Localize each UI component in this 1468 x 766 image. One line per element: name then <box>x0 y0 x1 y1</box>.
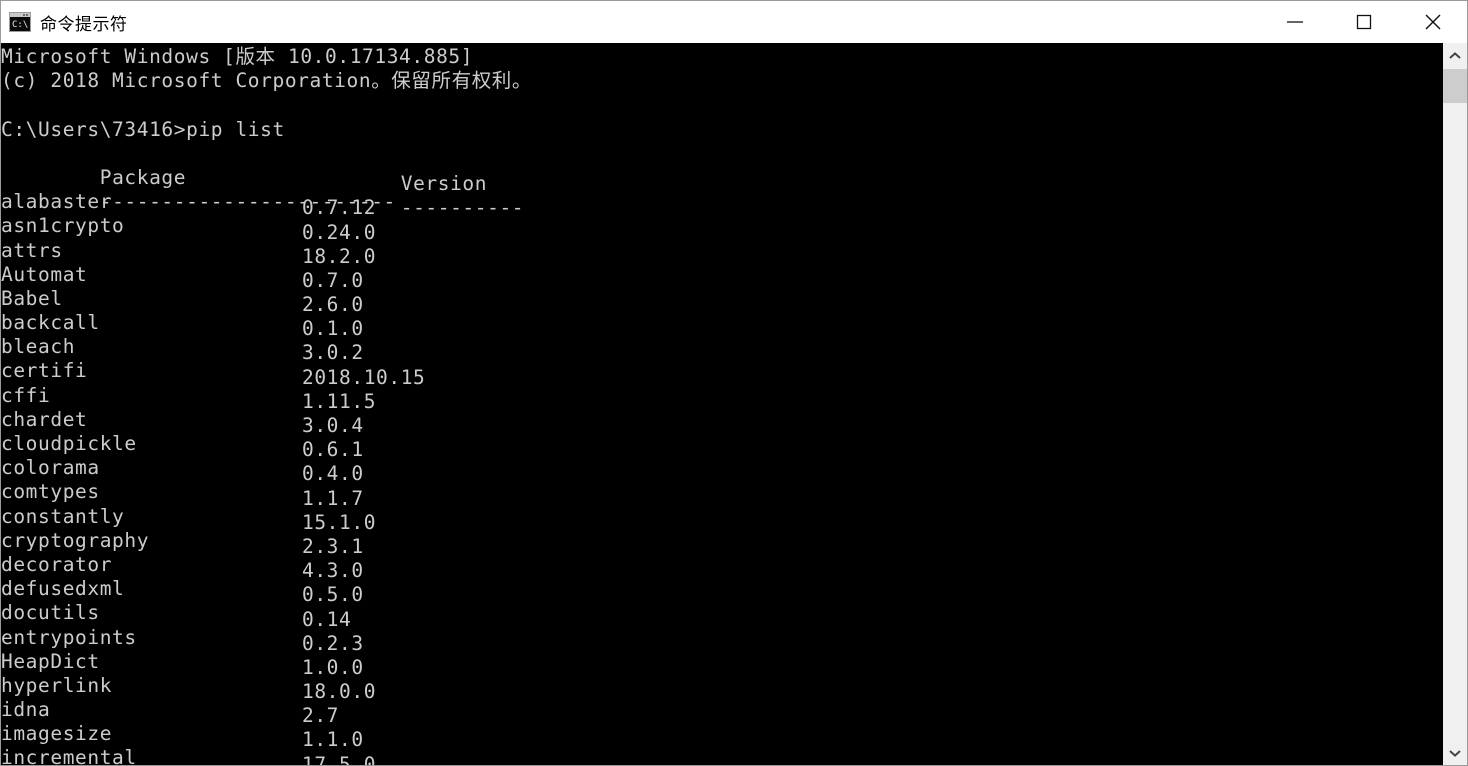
minimize-button[interactable] <box>1260 1 1329 43</box>
package-row: asn1crypto 0.24.0 <box>1 214 1443 243</box>
package-row: constantly 15.1.0 <box>1 504 1443 534</box>
package-row: docutils 0.14 <box>1 601 1443 630</box>
package-row: cloudpickle 0.6.1 <box>1 432 1443 461</box>
title-bar[interactable]: C:\ 命令提示符 <box>1 1 1467 43</box>
scroll-down-arrow-icon[interactable] <box>1443 740 1467 765</box>
scroll-up-arrow-icon[interactable] <box>1443 43 1467 69</box>
package-name: bleach <box>1 335 76 359</box>
package-name: imagesize <box>1 722 113 746</box>
package-row: decorator 4.3.0 <box>1 552 1443 582</box>
package-name: chardet <box>1 407 88 431</box>
package-name: constantly <box>1 504 125 528</box>
package-name: entrypoints <box>1 625 137 649</box>
console-line-command: C:\Users\73416>pip list <box>1 117 285 141</box>
cmd-prompt-icon: C:\ <box>9 12 31 32</box>
console-line-os-version: Microsoft Windows [版本 10.0.17134.885] <box>1 45 474 68</box>
package-name: idna <box>1 698 51 722</box>
package-row: Automat 0.7.0 <box>1 262 1443 292</box>
package-name: comtypes <box>1 480 100 504</box>
package-version: 17.5.0 <box>302 752 377 766</box>
package-row: Babel 2.6.0 <box>1 286 1443 316</box>
package-name: incremental <box>1 746 137 766</box>
package-name: defusedxml <box>1 577 125 601</box>
package-row: entrypoints 0.2.3 <box>1 625 1443 655</box>
package-row: HeapDict 1.0.0 <box>1 649 1443 679</box>
package-name: cloudpickle <box>1 432 137 455</box>
package-row: colorama 0.4.0 <box>1 456 1443 485</box>
command-prompt-window: C:\ 命令提示符 Microsoft Windows [版本 10.0.171… <box>0 0 1468 766</box>
console-output-area[interactable]: Microsoft Windows [版本 10.0.17134.885] (c… <box>1 43 1443 766</box>
package-name: alabaster <box>1 190 113 214</box>
console-text: Microsoft Windows [版本 10.0.17134.885] (c… <box>1 43 1443 766</box>
package-name: asn1crypto <box>1 214 125 238</box>
package-name: docutils <box>1 601 100 625</box>
package-row: bleach 3.0.2 <box>1 335 1443 364</box>
svg-text:C:\: C:\ <box>12 20 28 30</box>
package-row: imagesize 1.1.0 <box>1 722 1443 751</box>
package-row: hyperlink 18.0.0 <box>1 673 1443 703</box>
package-row: attrs 18.2.0 <box>1 238 1443 268</box>
maximize-button[interactable] <box>1329 1 1398 43</box>
column-header-package: Package <box>99 165 187 189</box>
scrollbar-track[interactable] <box>1443 69 1467 740</box>
package-name: backcall <box>1 311 100 335</box>
package-row: alabaster 0.7.12 <box>1 190 1443 219</box>
package-name: Babel <box>1 286 63 310</box>
package-list: alabaster 0.7.12 asn1crypto 0.24.0 attrs 18.2… <box>1 190 1443 766</box>
package-row: certifi 2018.10.15 <box>1 359 1443 388</box>
package-name: certifi <box>1 359 88 383</box>
vertical-scrollbar[interactable] <box>1442 43 1467 765</box>
scrollbar-thumb[interactable] <box>1443 69 1467 103</box>
package-name: cryptography <box>1 528 150 552</box>
window-title: 命令提示符 <box>40 14 128 35</box>
package-row: defusedxml 0.5.0 <box>1 577 1443 606</box>
package-name: Automat <box>1 262 88 286</box>
package-name: attrs <box>1 238 63 262</box>
package-row: cffi 1.11.5 <box>1 383 1443 413</box>
package-name: cffi <box>1 383 51 407</box>
package-row: comtypes 1.1.7 <box>1 480 1443 509</box>
table-header-row: Package Version <box>1 142 1443 195</box>
package-name: decorator <box>1 552 113 576</box>
package-name: colorama <box>1 456 100 480</box>
package-row: cryptography 2.3.1 <box>1 528 1443 558</box>
package-name: hyperlink <box>1 673 113 697</box>
close-button[interactable] <box>1398 1 1467 43</box>
console-line-copyright: (c) 2018 Microsoft Corporation。保留所有权利。 <box>1 69 532 93</box>
package-row: idna 2.7 <box>1 698 1443 727</box>
package-row: incremental 17.5.0 <box>1 746 1443 766</box>
separator-version: ---------- <box>400 196 525 220</box>
package-name: HeapDict <box>1 649 100 673</box>
package-row: backcall 0.1.0 <box>1 311 1443 340</box>
package-row: chardet 3.0.4 <box>1 407 1443 437</box>
